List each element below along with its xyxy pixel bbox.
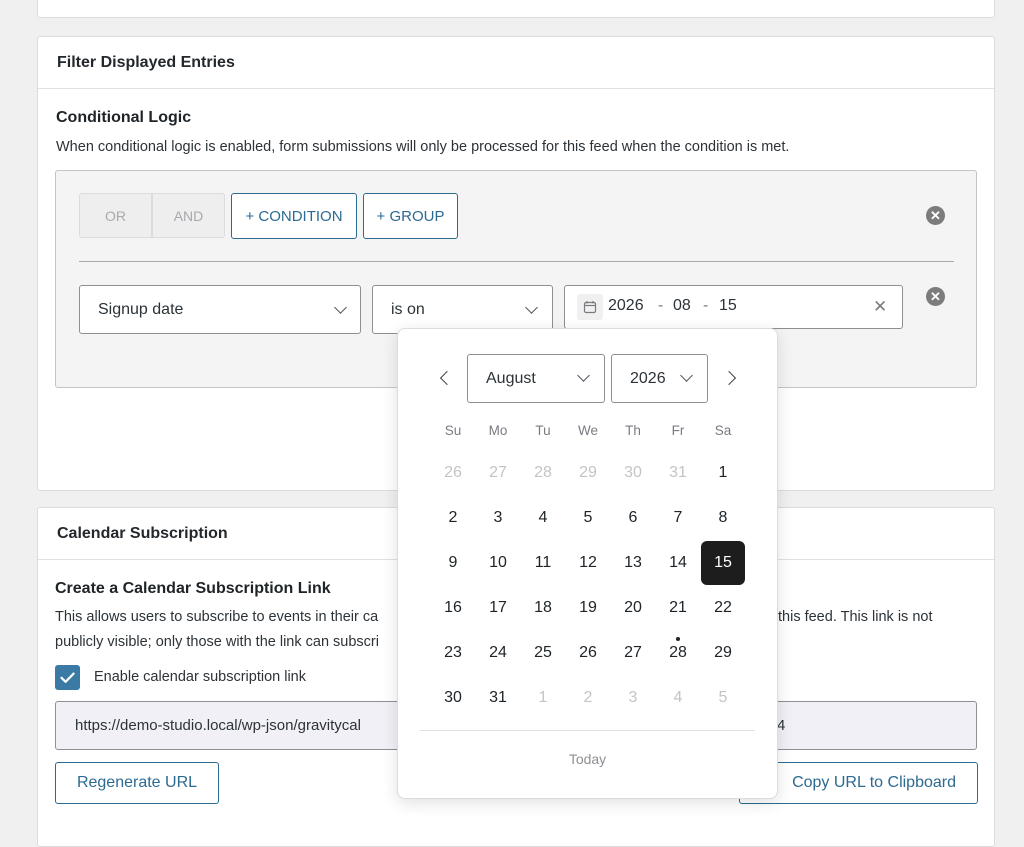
day-cell-outside-month[interactable]: 26	[431, 451, 475, 495]
field-select-value: Signup date	[98, 300, 184, 318]
day-cell-outside-month[interactable]: 3	[611, 676, 655, 720]
day-cell[interactable]: 1	[701, 451, 745, 495]
divider	[79, 261, 954, 262]
previous-panel	[37, 0, 995, 18]
year-select[interactable]: 2026	[611, 354, 708, 403]
day-cell[interactable]: 17	[476, 586, 520, 630]
day-cell[interactable]: 13	[611, 541, 655, 585]
chevron-down-icon	[525, 301, 538, 314]
add-group-button[interactable]: + GROUP	[363, 193, 458, 239]
datepicker-popup: August 2026 Su Mo Tu We Th Fr Sa 26 27 28 29 30 31 1…	[397, 328, 778, 799]
day-cell[interactable]: 9	[431, 541, 475, 585]
day-cell-outside-month[interactable]: 27	[476, 451, 520, 495]
field-select[interactable]: Signup date	[79, 285, 361, 334]
day-cell[interactable]: 19	[566, 586, 610, 630]
subscription-url-left: https://demo-studio.local/wp-json/gravit…	[75, 717, 361, 734]
day-cell[interactable]: 16	[431, 586, 475, 630]
day-cell[interactable]: 6	[611, 496, 655, 540]
weekday-label: Th	[625, 423, 641, 438]
add-condition-button[interactable]: + CONDITION	[231, 193, 357, 239]
day-cell[interactable]: 3	[476, 496, 520, 540]
conditional-logic-description: When conditional logic is enabled, form …	[56, 139, 790, 155]
day-cell[interactable]: 11	[521, 541, 565, 585]
year-select-value: 2026	[630, 369, 666, 387]
day-cell-outside-month[interactable]: 5	[701, 676, 745, 720]
weekday-label: We	[577, 423, 598, 438]
date-year-segment[interactable]: 2026	[608, 297, 644, 315]
date-day-segment[interactable]: 15	[719, 297, 737, 315]
remove-group-icon[interactable]: ✕	[926, 206, 945, 225]
checkmark-icon	[60, 672, 75, 683]
subscription-desc-line1-right: this feed. This link is not	[778, 609, 933, 625]
enable-subscription-checkbox[interactable]	[55, 665, 80, 690]
day-cell-outside-month[interactable]: 31	[656, 451, 700, 495]
prev-month-icon[interactable]	[439, 370, 455, 386]
month-select-value: August	[486, 369, 536, 387]
operator-select-value: is on	[391, 300, 425, 318]
or-toggle[interactable]: OR	[79, 193, 152, 238]
day-cell[interactable]: 14	[656, 541, 700, 585]
day-cell[interactable]: 8	[701, 496, 745, 540]
conditional-logic-heading: Conditional Logic	[56, 109, 192, 126]
day-cell[interactable]: 4	[521, 496, 565, 540]
day-cell[interactable]: 30	[431, 676, 475, 720]
popup-divider	[420, 730, 755, 731]
filter-panel-title: Filter Displayed Entries	[38, 37, 994, 89]
day-cell[interactable]: 23	[431, 631, 475, 675]
and-toggle[interactable]: AND	[152, 193, 225, 238]
date-month-segment[interactable]: 08	[673, 297, 691, 315]
weekday-label: Tu	[535, 423, 551, 438]
day-cell[interactable]: 24	[476, 631, 520, 675]
day-cell-outside-month[interactable]: 4	[656, 676, 700, 720]
subscription-desc-line1-left: This allows users to subscribe to events…	[55, 609, 379, 625]
today-marker-dot	[676, 637, 680, 641]
weekday-label: Mo	[488, 423, 508, 438]
chevron-down-icon	[680, 369, 693, 382]
day-cell-selected[interactable]: 15	[701, 541, 745, 585]
day-cell[interactable]: 22	[701, 586, 745, 630]
day-cell[interactable]: 21	[656, 586, 700, 630]
date-separator: -	[703, 297, 709, 314]
copy-url-label: Copy URL to Clipboard	[792, 774, 956, 791]
day-cell[interactable]: 2	[431, 496, 475, 540]
day-cell-outside-month[interactable]: 1	[521, 676, 565, 720]
today-button[interactable]: Today	[398, 751, 777, 767]
day-cell[interactable]: 29	[701, 631, 745, 675]
day-cell[interactable]: 10	[476, 541, 520, 585]
subscription-desc-line2-left: publicly visible; only those with the li…	[55, 634, 379, 650]
day-cell[interactable]: 5	[566, 496, 610, 540]
day-cell[interactable]: 12	[566, 541, 610, 585]
day-cell[interactable]: 7	[656, 496, 700, 540]
day-cell[interactable]: 31	[476, 676, 520, 720]
month-select[interactable]: August	[467, 354, 605, 403]
operator-select[interactable]: is on	[372, 285, 553, 334]
next-month-icon[interactable]	[721, 370, 737, 386]
day-cell-outside-month[interactable]: 28	[521, 451, 565, 495]
day-cell[interactable]: 26	[566, 631, 610, 675]
day-cell-outside-month[interactable]: 30	[611, 451, 655, 495]
day-cell-outside-month[interactable]: 2	[566, 676, 610, 720]
weekday-label: Su	[444, 423, 462, 438]
subscription-link-heading: Create a Calendar Subscription Link	[55, 580, 331, 597]
weekday-label: Fr	[671, 423, 685, 438]
regenerate-url-button[interactable]: Regenerate URL	[55, 762, 219, 804]
day-cell[interactable]: 18	[521, 586, 565, 630]
day-cell-outside-month[interactable]: 29	[566, 451, 610, 495]
remove-condition-icon[interactable]: ✕	[926, 287, 945, 306]
chevron-down-icon	[334, 301, 347, 314]
date-input[interactable]: 2026 - 08 - 15 ✕	[564, 285, 903, 329]
chevron-down-icon	[577, 369, 590, 382]
enable-subscription-label[interactable]: Enable calendar subscription link	[94, 669, 306, 685]
subscription-url-right: 4	[777, 717, 786, 734]
day-cell[interactable]: 25	[521, 631, 565, 675]
clear-date-icon[interactable]: ✕	[873, 297, 887, 317]
calendar-icon	[577, 294, 603, 320]
day-cell[interactable]: 20	[611, 586, 655, 630]
date-separator: -	[658, 297, 664, 314]
day-cell[interactable]: 27	[611, 631, 655, 675]
weekday-label: Sa	[714, 423, 732, 438]
